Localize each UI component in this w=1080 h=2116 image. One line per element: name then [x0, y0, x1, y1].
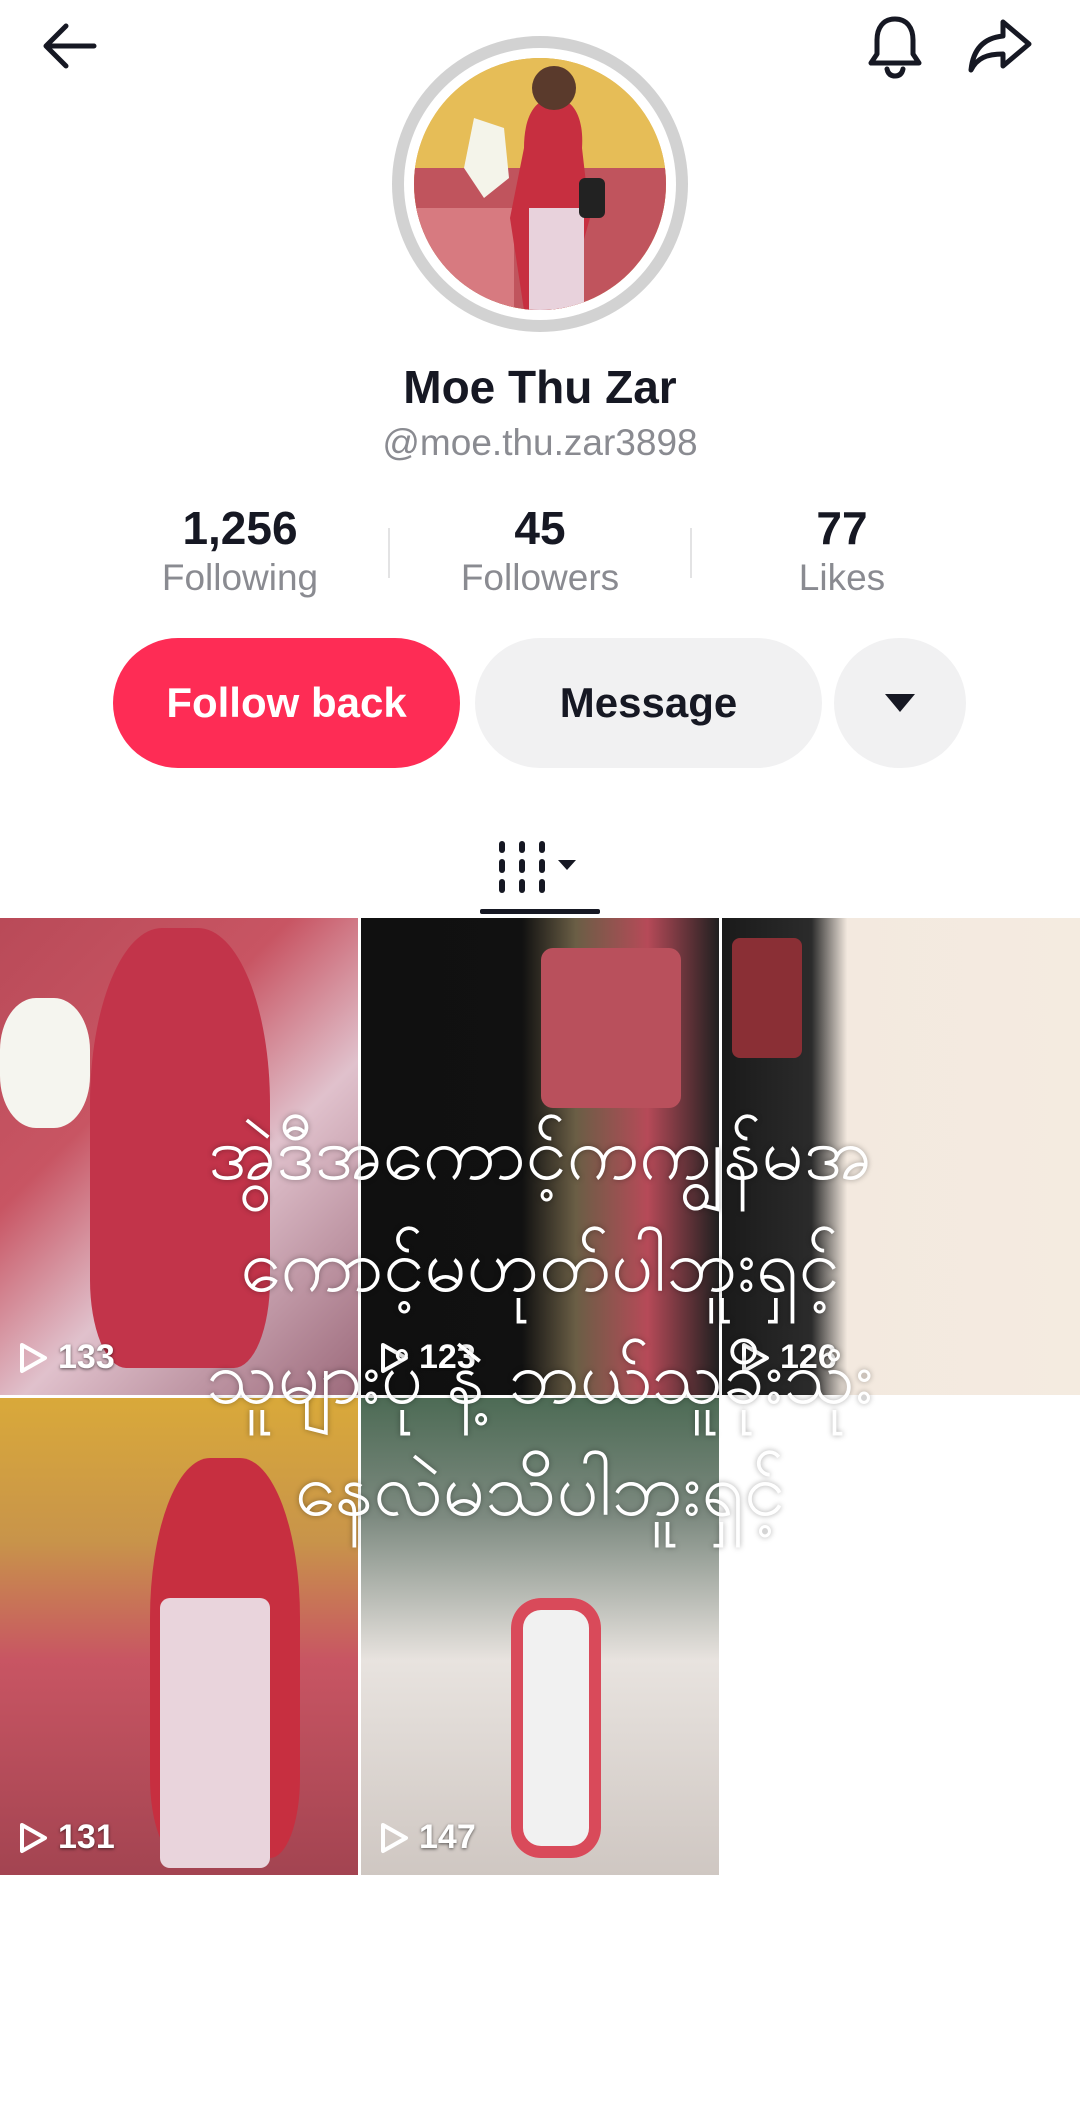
- profile-handle: @moe.thu.zar3898: [382, 422, 698, 463]
- avatar-photo: [414, 58, 666, 310]
- message-button[interactable]: Message: [475, 638, 822, 768]
- likes-count: 77: [816, 502, 868, 554]
- view-count-value: 147: [419, 1818, 476, 1856]
- profile-page: Moe Thu Zar @moe.thu.zar3898 1,256 Follo…: [0, 0, 1080, 2116]
- triangle-down-icon: [885, 694, 915, 712]
- video-thumbnail[interactable]: 126: [722, 918, 1080, 1395]
- thumbnail-figure: [511, 1598, 601, 1858]
- followers-label: Followers: [460, 556, 620, 598]
- video-thumbnail[interactable]: 131: [0, 1398, 358, 1875]
- likes-label: Likes: [798, 556, 886, 598]
- avatar[interactable]: [392, 36, 688, 332]
- view-count-value: 133: [58, 1338, 115, 1376]
- flower-bouquet: [0, 998, 90, 1128]
- view-count: 126: [740, 1338, 837, 1377]
- view-count: 131: [18, 1818, 115, 1857]
- play-outline-icon: [381, 1342, 408, 1373]
- play-outline-icon: [20, 1822, 47, 1853]
- video-thumbnail[interactable]: 147: [361, 1398, 719, 1875]
- following-count: 1,256: [182, 502, 298, 554]
- thumbnail-figure: [732, 938, 802, 1058]
- video-thumbnail[interactable]: 123: [361, 918, 719, 1395]
- share-arrow-icon: [968, 19, 1032, 73]
- following-stat[interactable]: 1,256 Following: [110, 502, 370, 601]
- play-outline-icon: [742, 1342, 769, 1373]
- view-count: 147: [379, 1818, 476, 1857]
- stat-divider: [388, 528, 390, 578]
- followers-count: 45: [514, 502, 566, 554]
- profile-name: Moe Thu Zar: [403, 361, 677, 413]
- view-count-value: 123: [419, 1338, 476, 1376]
- thumbnail-skirt: [160, 1598, 270, 1868]
- play-outline-icon: [381, 1822, 408, 1853]
- view-count-value: 131: [58, 1818, 115, 1856]
- bell-icon: [868, 16, 922, 79]
- thumbnail-figure: [90, 928, 270, 1368]
- followers-stat[interactable]: 45 Followers: [410, 502, 670, 601]
- follow-back-button[interactable]: Follow back: [113, 638, 460, 768]
- arrow-left-icon: [43, 23, 97, 69]
- video-thumbnail[interactable]: 133: [0, 918, 358, 1395]
- view-count: 133: [18, 1338, 115, 1377]
- share-button[interactable]: [960, 6, 1040, 86]
- videos-grid-icon: [499, 841, 576, 893]
- active-tab-indicator: [480, 909, 600, 914]
- thumbnail-figure: [541, 948, 681, 1108]
- play-outline-icon: [20, 1342, 47, 1373]
- more-options-button[interactable]: [834, 638, 966, 768]
- stat-divider: [690, 528, 692, 578]
- following-label: Following: [161, 556, 319, 598]
- back-button[interactable]: [30, 6, 110, 86]
- avatar-image: [414, 58, 666, 310]
- view-count-value: 126: [780, 1338, 837, 1376]
- view-count: 123: [379, 1338, 476, 1377]
- notifications-button[interactable]: [855, 6, 935, 86]
- tab-videos[interactable]: [480, 820, 600, 914]
- likes-stat[interactable]: 77 Likes: [712, 502, 972, 601]
